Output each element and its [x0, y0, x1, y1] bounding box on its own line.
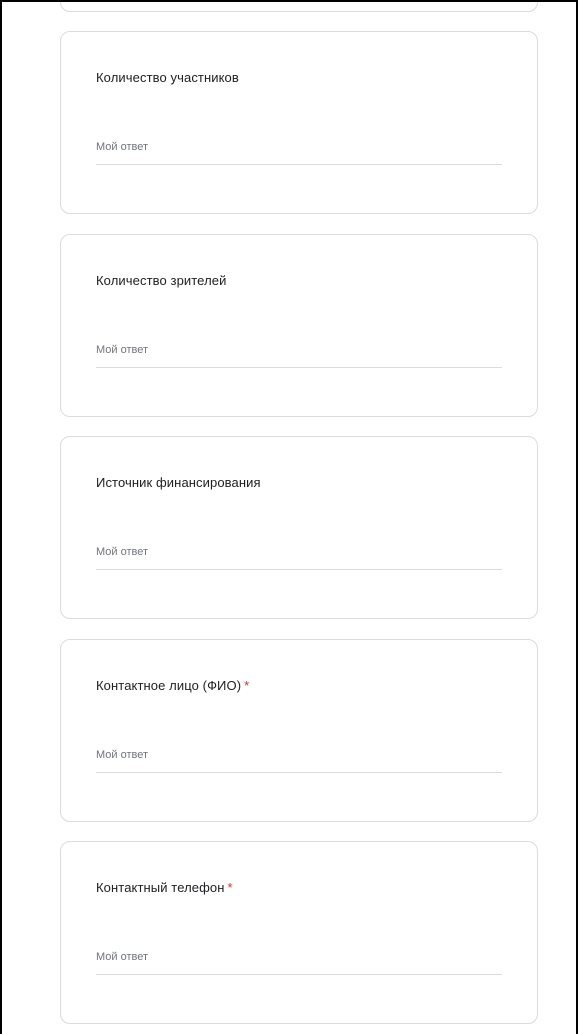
question-title: Количество участников	[96, 70, 239, 85]
question-card-participants-count: Количество участников	[60, 31, 538, 214]
question-title-text: Контактное лицо (ФИО)	[96, 678, 242, 693]
question-title-text: Контактный телефон	[96, 880, 225, 895]
answer-input-funding-source[interactable]	[96, 535, 502, 570]
form-page: Количество участников Количество зрителе…	[0, 0, 578, 1034]
question-title: Количество зрителей	[96, 273, 226, 288]
required-asterisk: *	[244, 678, 250, 693]
question-title: Контактный телефон *	[96, 880, 233, 895]
question-card-funding-source: Источник финансирования	[60, 436, 538, 619]
question-title-text: Источник финансирования	[96, 475, 261, 490]
question-title: Источник финансирования	[96, 475, 261, 490]
question-title-text: Количество участников	[96, 70, 239, 85]
question-title-text: Количество зрителей	[96, 273, 227, 288]
question-card-spectators-count: Количество зрителей	[60, 234, 538, 417]
answer-input-contact-person[interactable]	[96, 738, 502, 773]
answer-input-spectators-count[interactable]	[96, 333, 502, 368]
answer-input-participants-count[interactable]	[96, 130, 502, 165]
question-card-contact-person: Контактное лицо (ФИО) *	[60, 639, 538, 822]
question-card-contact-phone: Контактный телефон *	[60, 841, 538, 1024]
answer-input-contact-phone[interactable]	[96, 940, 502, 975]
required-asterisk: *	[227, 880, 233, 895]
previous-question-card	[60, 2, 538, 12]
question-title: Контактное лицо (ФИО) *	[96, 678, 249, 693]
